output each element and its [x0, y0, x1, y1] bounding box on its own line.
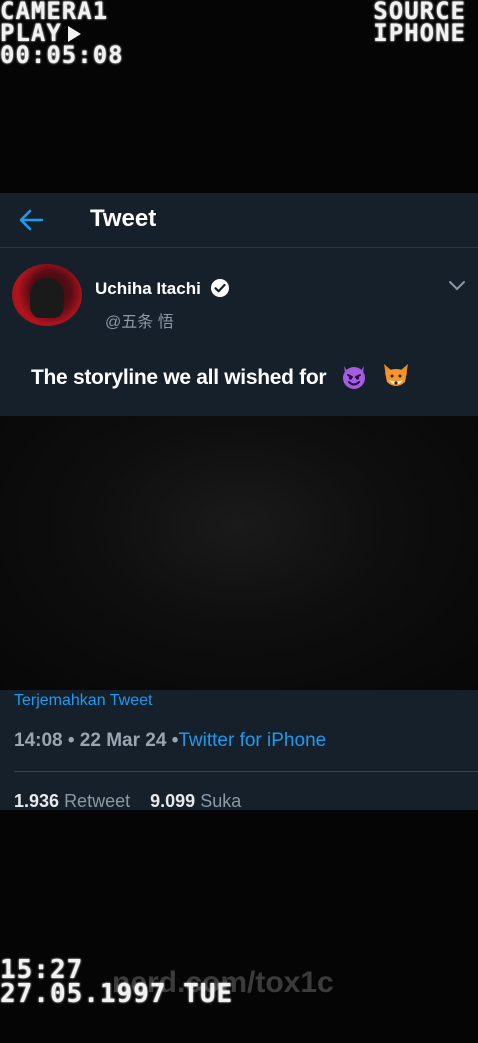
- avatar[interactable]: [12, 264, 82, 326]
- vhs-top-right: SOURCE IPHONE: [373, 0, 466, 47]
- play-icon: [67, 26, 81, 42]
- like-count-link[interactable]: 9.099 Suka: [150, 791, 241, 811]
- back-arrow-icon[interactable]: [18, 208, 44, 232]
- tweet-timestamp-line: 14:08 • 22 Mar 24 •Twitter for iPhone: [14, 730, 326, 752]
- like-label: Suka: [200, 791, 242, 811]
- vhs-counter: 00:05:08: [0, 41, 124, 69]
- retweet-count-link[interactable]: 1.936 Retweet: [14, 791, 130, 811]
- tweet-timestamp: 14:08 • 22 Mar 24 •: [14, 730, 179, 751]
- page-title: Tweet: [90, 205, 157, 232]
- divider: [14, 771, 478, 772]
- user-name[interactable]: Uchiha Itachi: [95, 279, 201, 299]
- tweet-meta: Terjemahkan Tweet 14:08 • 22 Mar 24 •Twi…: [0, 690, 478, 812]
- fox-face-icon: [384, 364, 409, 386]
- tweet-header: Tweet: [0, 193, 478, 248]
- tweet-stats: 1.936 Retweet 9.099 Suka: [14, 791, 241, 812]
- tweet-card: Uchiha Itachi @五条 悟 The storyline we all…: [0, 248, 478, 416]
- tweet-source-link[interactable]: Twitter for iPhone: [178, 730, 326, 751]
- user-handle[interactable]: @五条 悟: [105, 308, 174, 332]
- vhs-device-label: IPHONE: [373, 19, 466, 47]
- vhs-top-left: CAMERA1 PLAY 00:05:08: [0, 0, 124, 69]
- chevron-down-icon[interactable]: [448, 278, 466, 292]
- tweet-body: The storyline we all wished for: [31, 366, 327, 389]
- smiling-devil-icon: [342, 366, 365, 389]
- tweet-media-image[interactable]: [0, 416, 478, 690]
- translate-tweet-link[interactable]: Terjemahkan Tweet: [14, 692, 152, 710]
- watermark: nerd.com/tox1c: [112, 966, 334, 999]
- like-count: 9.099: [150, 791, 196, 811]
- verified-badge-icon: [211, 279, 229, 297]
- retweet-label: Retweet: [64, 791, 131, 811]
- retweet-count: 1.936: [14, 791, 60, 811]
- tweet-text: The storyline we all wished for: [31, 362, 411, 390]
